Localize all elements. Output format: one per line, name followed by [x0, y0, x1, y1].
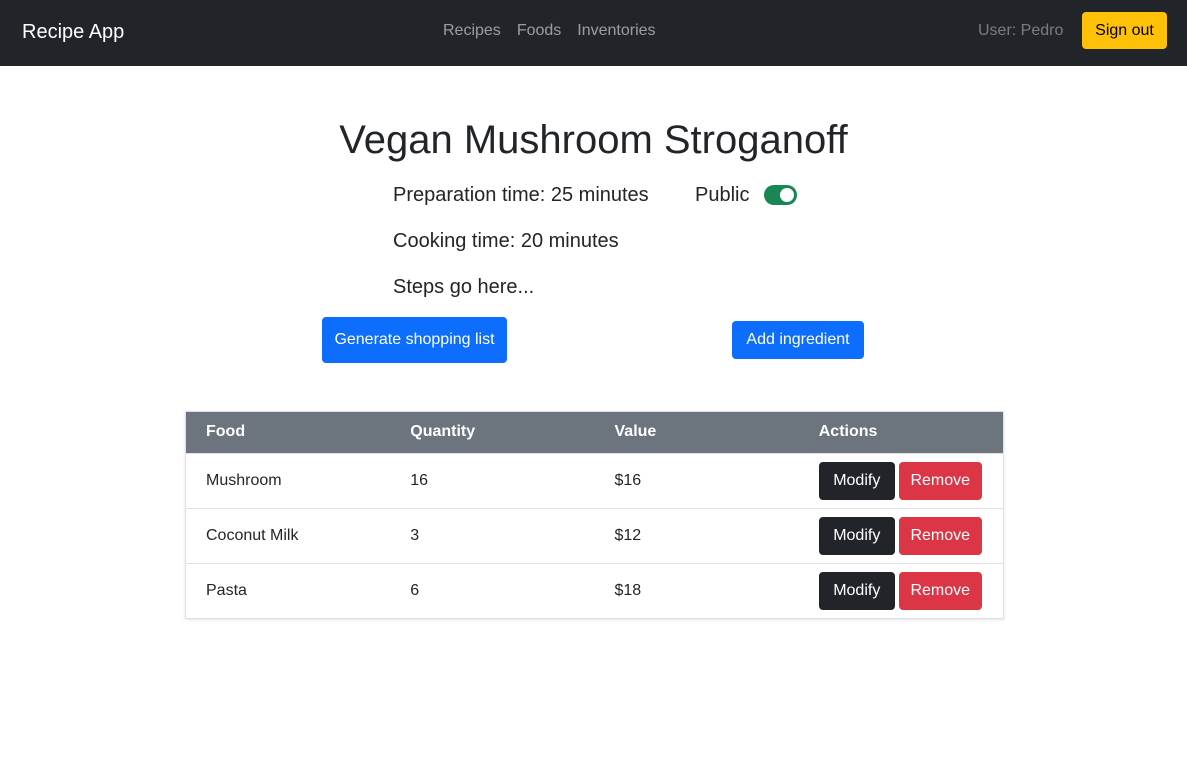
value-cell: $12 — [614, 526, 642, 544]
header-value: Value — [614, 423, 657, 441]
brand-link[interactable]: Recipe App — [22, 19, 124, 45]
actions-cell: Modify Remove — [799, 563, 1003, 618]
table-row: Mushroom 16 $16 Modify Remove — [186, 453, 1003, 508]
value-cell: $18 — [614, 581, 642, 599]
table-header-row: Food Quantity Value Actions — [186, 412, 1003, 453]
sign-out-button[interactable]: Sign out — [1082, 12, 1167, 49]
header-actions: Actions — [818, 423, 878, 441]
value-cell: $16 — [614, 471, 642, 489]
modify-button[interactable]: Modify — [818, 571, 895, 610]
remove-button[interactable]: Remove — [898, 516, 982, 555]
quantity-cell: 3 — [410, 526, 420, 544]
table-row: Coconut Milk 3 $12 Modify Remove — [186, 508, 1003, 563]
food-cell: Pasta — [206, 581, 247, 599]
quantity-cell: 16 — [410, 471, 429, 489]
nav-link-recipes[interactable]: Recipes — [443, 21, 501, 41]
nav-links: Recipes Foods Inventories — [443, 21, 656, 41]
modify-button[interactable]: Modify — [818, 516, 895, 555]
ingredients-table: Food Quantity Value Actions Mushroom 16 … — [185, 411, 1004, 619]
modify-button[interactable]: Modify — [818, 461, 895, 500]
remove-button[interactable]: Remove — [898, 571, 982, 610]
public-label: Public — [695, 184, 750, 206]
table-row: Pasta 6 $18 Modify Remove — [186, 563, 1003, 618]
generate-shopping-list-button[interactable]: Generate shopping list — [322, 317, 507, 363]
actions-cell: Modify Remove — [799, 508, 1003, 563]
navbar: Recipe App Recipes Foods Inventories Use… — [0, 0, 1187, 66]
remove-button[interactable]: Remove — [898, 461, 982, 500]
user-label: User: Pedro — [978, 22, 1064, 39]
food-cell: Mushroom — [206, 471, 282, 489]
food-cell: Coconut Milk — [206, 526, 299, 544]
recipe-steps: Steps go here... — [393, 276, 535, 298]
toggle-knob — [780, 188, 794, 202]
header-food: Food — [206, 423, 246, 441]
add-ingredient-button[interactable]: Add ingredient — [732, 321, 864, 359]
recipe-title: Vegan Mushroom Stroganoff — [339, 118, 848, 162]
public-toggle[interactable] — [764, 185, 797, 205]
nav-link-foods[interactable]: Foods — [517, 21, 561, 41]
actions-cell: Modify Remove — [799, 453, 1003, 508]
nav-link-inventories[interactable]: Inventories — [577, 21, 655, 41]
cooking-time: Cooking time: 20 minutes — [393, 230, 619, 252]
preparation-time: Preparation time: 25 minutes — [393, 184, 649, 206]
header-quantity: Quantity — [410, 423, 476, 441]
quantity-cell: 6 — [410, 581, 420, 599]
